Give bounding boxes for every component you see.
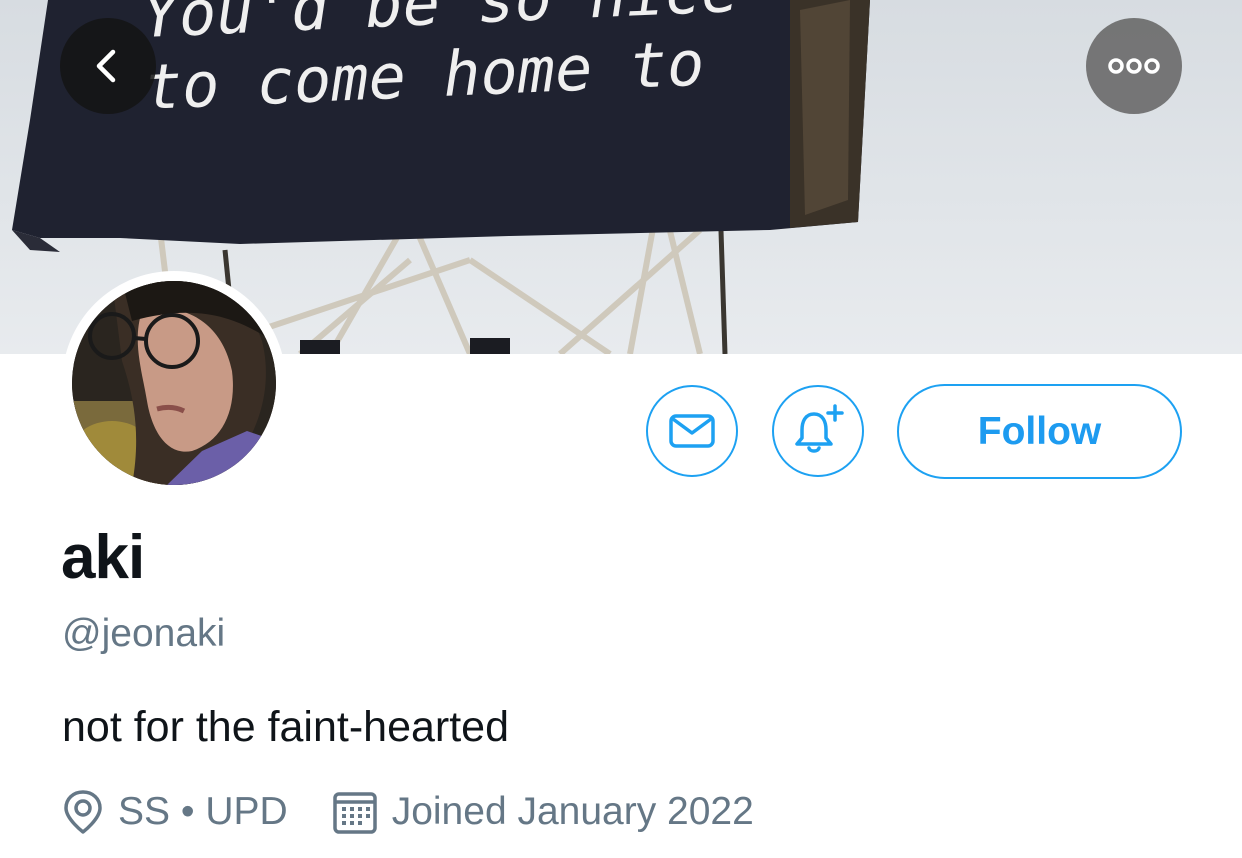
username-handle: @jeonaki <box>62 612 226 655</box>
back-button[interactable] <box>60 18 156 114</box>
ellipsis-icon <box>1108 58 1160 74</box>
bell-plus-icon <box>795 404 844 453</box>
display-name: aki <box>61 523 145 592</box>
message-button[interactable] <box>646 385 738 477</box>
notifications-button[interactable] <box>772 385 864 477</box>
profile-meta: SS • UPD Joined January 2022 <box>62 784 754 840</box>
calendar-icon <box>332 789 378 835</box>
profile-bio: not for the faint-hearted <box>62 703 510 751</box>
avatar-frame[interactable] <box>62 271 286 495</box>
more-options-button[interactable] <box>1086 18 1182 114</box>
envelope-icon <box>669 414 715 448</box>
chevron-left-icon <box>96 49 116 83</box>
location-pin-icon <box>62 788 104 836</box>
follow-button[interactable]: Follow <box>897 384 1182 479</box>
avatar-image <box>72 281 276 485</box>
location-text: SS • UPD <box>118 790 288 833</box>
avatar[interactable] <box>72 281 276 485</box>
joined-date-text: Joined January 2022 <box>391 790 754 833</box>
